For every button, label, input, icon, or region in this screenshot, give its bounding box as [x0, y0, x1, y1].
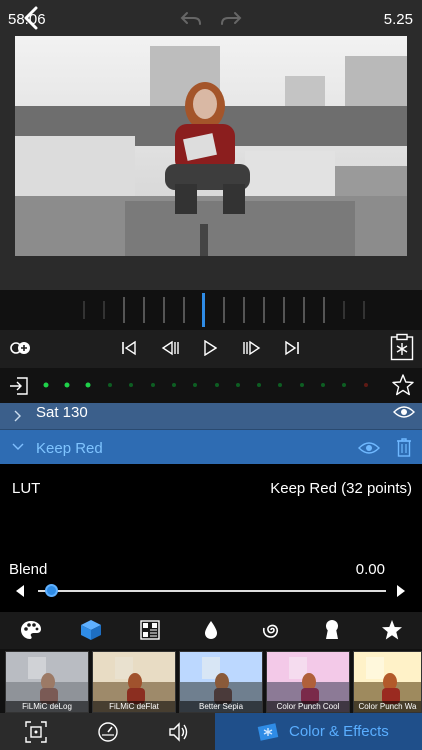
speed-icon [98, 722, 118, 742]
import-button[interactable] [9, 376, 29, 396]
category-pattern[interactable] [140, 620, 160, 640]
collapse-chevron[interactable] [11, 442, 25, 452]
current-time: 58.06 [8, 11, 46, 28]
preset-thumbnail[interactable]: Color Punch Wa [353, 651, 422, 713]
video-preview[interactable] [15, 36, 407, 256]
triangle-left-icon [16, 585, 24, 597]
eye-icon [358, 442, 380, 454]
category-color[interactable] [20, 620, 42, 640]
undo-icon [180, 12, 201, 25]
triangle-right-icon [397, 585, 405, 597]
category-favorites[interactable] [381, 619, 403, 641]
preset-thumbnail[interactable]: FiLMiC deLog [5, 651, 89, 713]
swirl-icon [262, 624, 278, 638]
preset-label: FiLMiC deFlat [93, 701, 175, 712]
frame-back-icon [161, 340, 179, 356]
blend-value: 0.00 [355, 561, 385, 578]
effect-name: Sat 130 [36, 404, 88, 421]
play-button[interactable] [203, 340, 217, 356]
clipboard-effect-icon [390, 333, 414, 361]
favorite-star-icon [382, 620, 402, 640]
play-icon [204, 340, 217, 356]
timeline-scrubber[interactable] [82, 293, 382, 327]
marker-dots [40, 380, 380, 390]
cube-icon [81, 620, 101, 640]
star-icon [392, 374, 414, 396]
effect-clipboard-button[interactable] [390, 333, 414, 361]
frame-forward-icon [243, 340, 261, 356]
keyhole-icon [326, 620, 338, 639]
skip-end-button[interactable] [284, 340, 300, 356]
color-effects-tab-icon [257, 721, 279, 743]
expand-chevron[interactable] [13, 409, 23, 423]
frame-back-button[interactable] [161, 340, 181, 356]
tab-color-effects-label: Color & Effects [289, 723, 389, 740]
add-clip-icon [10, 342, 30, 354]
category-tint[interactable] [204, 620, 218, 640]
blend-label: Blend [9, 561, 48, 578]
eye-icon [393, 406, 415, 418]
top-toolbar [0, 0, 422, 36]
color-effects-icon [257, 723, 279, 741]
undo-button[interactable] [180, 10, 202, 28]
redo-button[interactable] [220, 10, 242, 28]
chevron-down-icon [12, 443, 24, 450]
crop-icon [25, 721, 47, 743]
tab-audio[interactable] [168, 721, 190, 743]
playhead [202, 293, 205, 327]
delete-effect-button[interactable] [396, 437, 412, 457]
tab-crop[interactable] [25, 721, 47, 743]
preset-thumbnail[interactable]: FiLMiC deFlat [92, 651, 176, 713]
tab-speed[interactable] [97, 721, 119, 743]
effect-name: Keep Red [36, 440, 103, 457]
lut-grid-icon [140, 620, 160, 640]
blend-slider-thumb[interactable] [45, 584, 58, 597]
category-vignette[interactable] [324, 619, 340, 641]
slider-increment-button[interactable] [395, 584, 407, 598]
import-icon [10, 377, 28, 395]
category-distort[interactable] [261, 620, 281, 640]
blend-slider-track[interactable] [38, 590, 386, 592]
skip-start-button[interactable] [121, 340, 137, 356]
palette-icon [21, 621, 41, 639]
preset-thumbnail[interactable]: Color Punch Cool [266, 651, 350, 713]
preset-label: Color Punch Wa [354, 701, 421, 712]
favorite-button[interactable] [391, 373, 415, 397]
trash-icon [397, 438, 411, 457]
redo-icon [221, 12, 242, 25]
lut-value[interactable]: Keep Red (32 points) [270, 480, 412, 497]
chevron-right-icon [14, 410, 21, 422]
preset-label: Better Sepia [180, 701, 262, 712]
slider-decrement-button[interactable] [14, 584, 26, 598]
skip-start-icon [122, 340, 136, 356]
preset-thumbnail[interactable]: Better Sepia [179, 651, 263, 713]
add-clip-button[interactable] [10, 339, 32, 357]
visibility-toggle[interactable] [393, 405, 415, 419]
preset-label: Color Punch Cool [267, 701, 349, 712]
audio-icon [169, 722, 188, 742]
frame-forward-button[interactable] [241, 340, 261, 356]
drop-icon [205, 621, 217, 639]
lut-label: LUT [12, 480, 41, 497]
preset-label: FiLMiC deLog [6, 701, 88, 712]
end-time: 5.25 [383, 11, 413, 28]
skip-end-icon [285, 340, 299, 356]
visibility-toggle[interactable] [358, 441, 380, 455]
category-lut[interactable] [80, 619, 102, 641]
